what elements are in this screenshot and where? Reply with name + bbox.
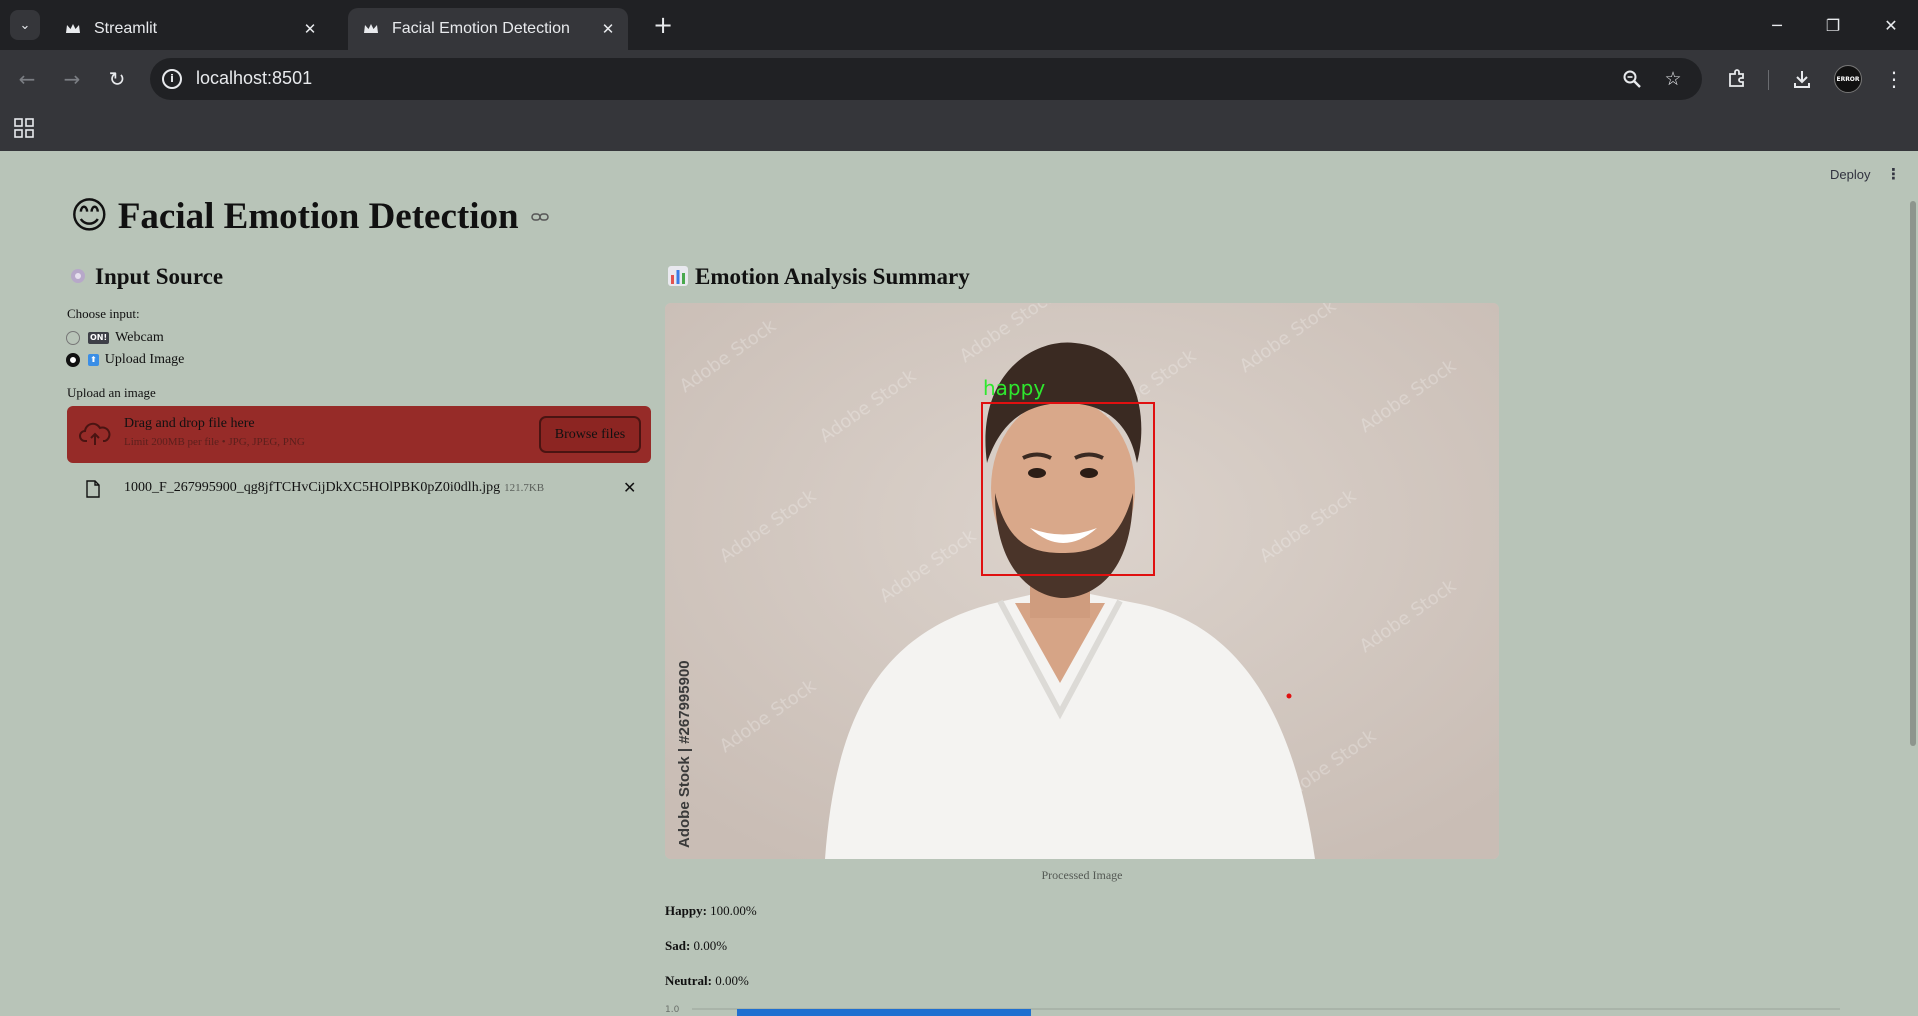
restore-icon[interactable]: ❐ (1818, 10, 1848, 40)
upload-arrow-icon: ⬆ (88, 354, 99, 366)
stat-value: 0.00% (693, 938, 728, 953)
site-info-icon[interactable]: i (162, 69, 182, 89)
download-icon[interactable] (1788, 65, 1816, 93)
radio-label: Webcam (115, 330, 164, 345)
apps-grid-icon[interactable] (13, 117, 35, 139)
tab-title: Facial Emotion Detection (392, 20, 570, 37)
on-badge-icon: ON! (88, 332, 110, 344)
tab-facial-emotion-detection[interactable]: Facial Emotion Detection ✕ (348, 8, 628, 50)
extensions-icon[interactable] (1723, 65, 1751, 93)
toolbar-divider (1768, 70, 1769, 90)
file-size: 121.7KB (504, 482, 545, 494)
app-menu-icon[interactable]: ⋮ (1886, 165, 1901, 183)
streamlit-app: Deploy ⋮ 😊 Facial Emotion Detection Inpu… (0, 151, 1918, 1016)
anchor-link-icon[interactable] (531, 211, 549, 223)
choose-input-label: Choose input: (67, 306, 140, 321)
stat-label: Neutral: (665, 973, 712, 988)
bookmark-star-icon[interactable]: ☆ (1661, 67, 1685, 91)
address-bar[interactable]: i localhost:8501 ☆ (150, 58, 1702, 100)
uploaded-file: 1000_F_267995900_qg8jfTCHvCijDkXC5HOlPBK… (67, 476, 651, 506)
chart-axis-label: 1.0 (665, 1005, 680, 1015)
close-icon[interactable]: ✕ (598, 19, 618, 39)
tab-streamlit[interactable]: Streamlit ✕ (50, 8, 330, 50)
gear-icon (71, 269, 85, 283)
page-title: 😊 Facial Emotion Detection (70, 194, 519, 238)
stat-sad: Sad: 0.00% (665, 938, 727, 954)
tab-title: Streamlit (94, 20, 158, 37)
bookmarks-bar (0, 108, 1918, 151)
stat-neutral: Neutral: 0.00% (665, 973, 749, 989)
radio-button-selected[interactable] (66, 353, 80, 367)
smiley-emoji-icon: 😊 (70, 194, 109, 237)
detected-emotion-label: happy (983, 376, 1045, 400)
radio-webcam[interactable]: ON! Webcam (66, 329, 164, 347)
bar-chart-icon (668, 266, 688, 286)
file-icon (86, 480, 100, 498)
back-arrow-icon[interactable]: ← (12, 64, 42, 94)
processed-image: Adobe Stock Adobe Stock Adobe Stock Adob… (665, 303, 1499, 859)
dropzone-title: Drag and drop file here (124, 416, 255, 431)
profile-avatar[interactable]: ERROR (1834, 65, 1862, 93)
close-icon[interactable]: ✕ (300, 19, 320, 39)
stat-value: 0.00% (715, 973, 749, 988)
scrollbar[interactable] (1910, 201, 1916, 746)
file-name: 1000_F_267995900_qg8jfTCHvCijDkXC5HOlPBK… (124, 480, 545, 495)
radio-upload-image[interactable]: ⬆ Upload Image (66, 351, 184, 369)
deploy-button[interactable]: Deploy (1830, 167, 1870, 182)
chart-bar-happy (737, 1009, 1031, 1016)
stat-happy: Happy: 100.00% (665, 903, 757, 919)
chevron-down-icon: ⌄ (19, 17, 31, 33)
stat-value: 100.00% (710, 903, 757, 918)
input-source-heading: Input Source (67, 264, 223, 290)
browser-toolbar: ← → ↻ i localhost:8501 ☆ ERROR ⋮ (0, 50, 1918, 108)
browse-files-button[interactable]: Browse files (539, 416, 641, 453)
stock-id-text: Adobe Stock | #267995900 (676, 660, 693, 848)
file-dropzone[interactable]: Drag and drop file here Limit 200MB per … (67, 406, 651, 463)
minimize-icon[interactable]: ─ (1762, 10, 1792, 40)
remove-file-icon[interactable]: ✕ (623, 478, 636, 497)
new-tab-button[interactable]: + (650, 12, 676, 38)
radio-label: Upload Image (104, 352, 185, 367)
page-title-text: Facial Emotion Detection (117, 196, 519, 237)
window-close-icon[interactable]: ✕ (1876, 10, 1906, 40)
streamlit-crown-icon (362, 20, 380, 38)
emotion-bar-chart: 1.0 (665, 1005, 1840, 1016)
browser-tab-bar: ⌄ Streamlit ✕ Facial Emotion Detection ✕… (0, 0, 1918, 50)
stat-label: Happy: (665, 903, 707, 918)
summary-heading: Emotion Analysis Summary (667, 264, 970, 290)
portrait-photo: Adobe Stock Adobe Stock Adobe Stock Adob… (665, 303, 1499, 859)
cloud-upload-icon (79, 422, 111, 445)
reload-icon[interactable]: ↻ (102, 64, 132, 94)
url-text[interactable]: localhost:8501 (196, 68, 312, 89)
forward-arrow-icon[interactable]: → (57, 64, 87, 94)
tab-search-button[interactable]: ⌄ (10, 10, 40, 40)
dropzone-limit: Limit 200MB per file • JPG, JPEG, PNG (124, 436, 305, 448)
zoom-icon[interactable] (1620, 67, 1644, 91)
stat-label: Sad: (665, 938, 691, 953)
image-caption: Processed Image (1041, 868, 1123, 882)
streamlit-crown-icon (64, 20, 82, 38)
radio-button[interactable] (66, 331, 80, 345)
upload-label: Upload an image (67, 385, 156, 400)
browser-menu-icon[interactable]: ⋮ (1880, 65, 1908, 93)
